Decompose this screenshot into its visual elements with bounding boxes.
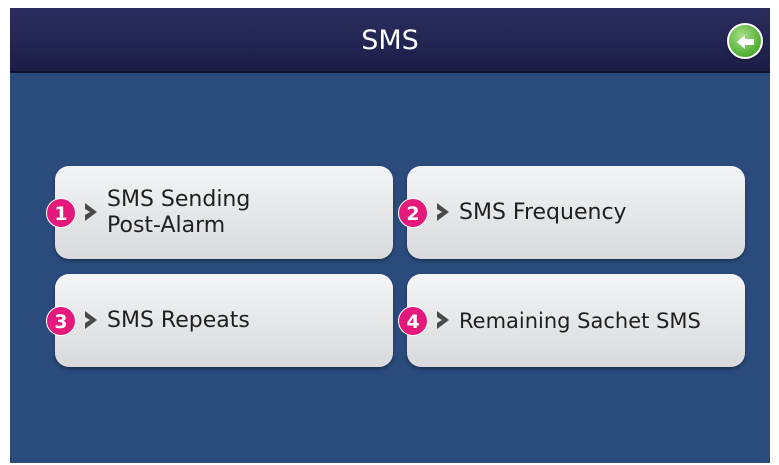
menu-label-line: SMS Frequency — [459, 199, 627, 225]
chevron-right-icon — [437, 311, 449, 329]
header-bar: SMS — [10, 8, 770, 73]
callout-number-badge: 2 — [398, 198, 428, 228]
menu-label: Remaining Sachet SMS — [459, 274, 701, 367]
sms-repeats-button[interactable]: SMS Repeats — [55, 274, 393, 367]
callout-number-badge: 3 — [46, 306, 76, 336]
menu-label: SMS Frequency — [459, 166, 627, 259]
back-arrow-icon — [737, 35, 754, 49]
callout-number-badge: 1 — [46, 198, 76, 228]
menu-label: SMS Repeats — [107, 274, 250, 367]
menu-label-line: SMS Sending — [107, 186, 251, 212]
callout-number-badge: 4 — [398, 306, 428, 336]
sms-screen: SMS SMS Sending Post-Alarm SMS Frequency… — [10, 8, 770, 463]
chevron-right-icon — [437, 203, 449, 221]
menu-label-line: SMS Repeats — [107, 307, 250, 333]
chevron-right-icon — [85, 203, 97, 221]
menu-label-line: Post-Alarm — [107, 212, 226, 238]
chevron-right-icon — [85, 311, 97, 329]
menu-label-line: Remaining Sachet SMS — [459, 308, 701, 333]
page-title: SMS — [361, 25, 419, 56]
back-button[interactable] — [727, 23, 763, 59]
menu-label: SMS Sending Post-Alarm — [107, 166, 250, 259]
remaining-sachet-sms-button[interactable]: Remaining Sachet SMS — [407, 274, 745, 367]
sms-sending-post-alarm-button[interactable]: SMS Sending Post-Alarm — [55, 166, 393, 259]
sms-frequency-button[interactable]: SMS Frequency — [407, 166, 745, 259]
